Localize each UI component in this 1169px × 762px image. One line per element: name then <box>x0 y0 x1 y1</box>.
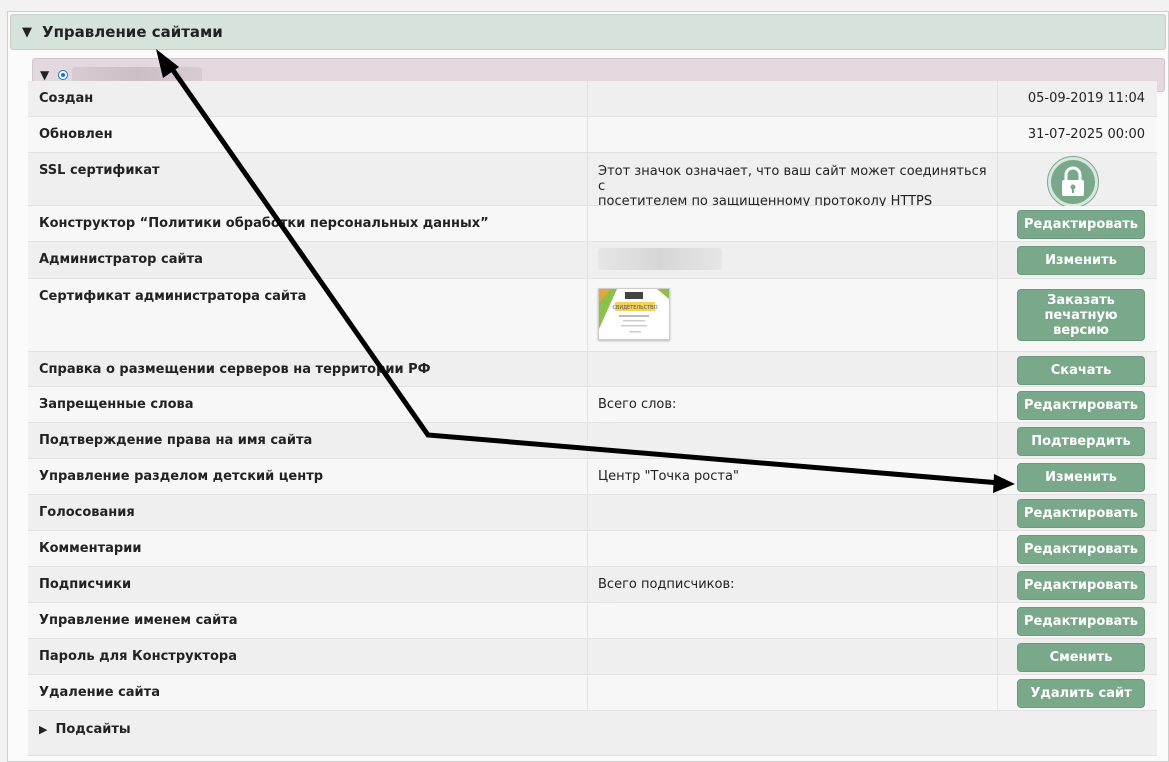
ssl-lock-icon <box>1046 156 1099 208</box>
table-row: Удаление сайта Удалить сайт <box>28 675 1157 711</box>
admin-certificate-thumbnail[interactable]: СВИДЕТЕЛЬСТВО <box>598 288 670 340</box>
order-print-button[interactable]: Заказать печатную версию <box>1017 289 1145 341</box>
download-button[interactable]: Скачать <box>1017 356 1145 385</box>
confirm-button[interactable]: Подтвердить <box>1017 427 1145 456</box>
subscribers-count-text: Всего подписчиков: <box>598 577 735 592</box>
table-row: Подтверждение права на имя сайта Подтвер… <box>28 423 1157 459</box>
row-label: Управление разделом детский центр <box>39 469 324 484</box>
row-label: Создан <box>39 91 94 106</box>
edit-policy-button[interactable]: Редактировать <box>1017 210 1145 239</box>
section-title: Управление сайтами <box>42 23 223 41</box>
row-label: Подписчики <box>39 577 132 592</box>
created-date: 05-09-2019 11:04 <box>1027 91 1145 106</box>
row-label: Комментарии <box>39 541 142 556</box>
table-row: Подписчики Всего подписчиков: Редактиров… <box>28 567 1157 617</box>
edit-comments-button[interactable]: Редактировать <box>1017 535 1145 564</box>
row-label: Сертификат администратора сайта <box>39 289 307 304</box>
change-admin-button[interactable]: Изменить <box>1017 246 1145 275</box>
edit-site-name-button[interactable]: Редактировать <box>1017 607 1145 636</box>
center-name: Центр "Точка роста" <box>598 469 739 484</box>
collapse-triangle-icon[interactable]: ▼ <box>22 25 32 40</box>
row-label: Администратор сайта <box>39 252 203 267</box>
expand-triangle-icon[interactable]: ▶ <box>39 723 47 736</box>
certificate-title: СВИДЕТЕЛЬСТВО <box>612 305 657 311</box>
table-row: SSL сертификат Этот значок означает, что… <box>28 153 1157 209</box>
table-row: Управление разделом детский центр Центр … <box>28 459 1157 495</box>
table-row: Запрещенные слова Всего слов: Редактиров… <box>28 387 1157 437</box>
table-row: Справка о размещении серверов на террито… <box>28 352 1157 387</box>
words-count-text: Всего слов: <box>598 397 677 412</box>
change-kids-center-button[interactable]: Изменить <box>1017 463 1145 492</box>
subsites-row[interactable]: ▶ Подсайты <box>28 711 1157 756</box>
edit-polls-button[interactable]: Редактировать <box>1017 499 1145 528</box>
table-row: Администратор сайта Изменить <box>28 242 1157 279</box>
subsites-label: Подсайты <box>55 722 131 737</box>
table-row: Обновлен 31-07-2025 00:00 <box>28 117 1157 153</box>
updated-date: 31-07-2025 00:00 <box>1027 127 1145 142</box>
ssl-info-line: Этот значок означает, что ваш сайт может… <box>598 164 987 194</box>
delete-site-button[interactable]: Удалить сайт <box>1017 679 1145 708</box>
edit-banned-words-button[interactable]: Редактировать <box>1017 391 1145 420</box>
row-label: Управление именем сайта <box>39 613 238 628</box>
row-label: Справка о размещении серверов на террито… <box>39 362 431 377</box>
row-label: Конструктор “Политики обработки персонал… <box>39 216 489 231</box>
table-row: Конструктор “Политики обработки персонал… <box>28 206 1157 242</box>
row-label: Пароль для Конструктора <box>39 649 237 664</box>
table-row: Сертификат администратора сайта СВИДЕТЕЛ… <box>28 279 1157 352</box>
table-row: Пароль для Конструктора Сменить <box>28 639 1157 675</box>
row-label: Запрещенные слова <box>39 397 194 412</box>
row-label: SSL сертификат <box>39 163 160 178</box>
row-label: Подтверждение права на имя сайта <box>39 433 313 448</box>
change-password-button[interactable]: Сменить <box>1017 643 1145 672</box>
row-label: Обновлен <box>39 127 113 142</box>
site-radio[interactable] <box>58 70 69 80</box>
row-label: Голосования <box>39 505 135 520</box>
table-row: Создан 05-09-2019 11:04 <box>28 81 1157 117</box>
collapse-triangle-icon[interactable]: ▼ <box>40 68 49 82</box>
table-row: Голосования Редактировать <box>28 495 1157 531</box>
section-header[interactable]: ▼ Управление сайтами <box>10 14 1166 50</box>
table-row: Управление именем сайта Редактировать <box>28 603 1157 639</box>
row-label: Удаление сайта <box>39 685 160 700</box>
edit-subscribers-button[interactable]: Редактировать <box>1017 571 1145 600</box>
blurred-admin-name <box>598 248 722 270</box>
table-row: Комментарии Редактировать <box>28 531 1157 567</box>
